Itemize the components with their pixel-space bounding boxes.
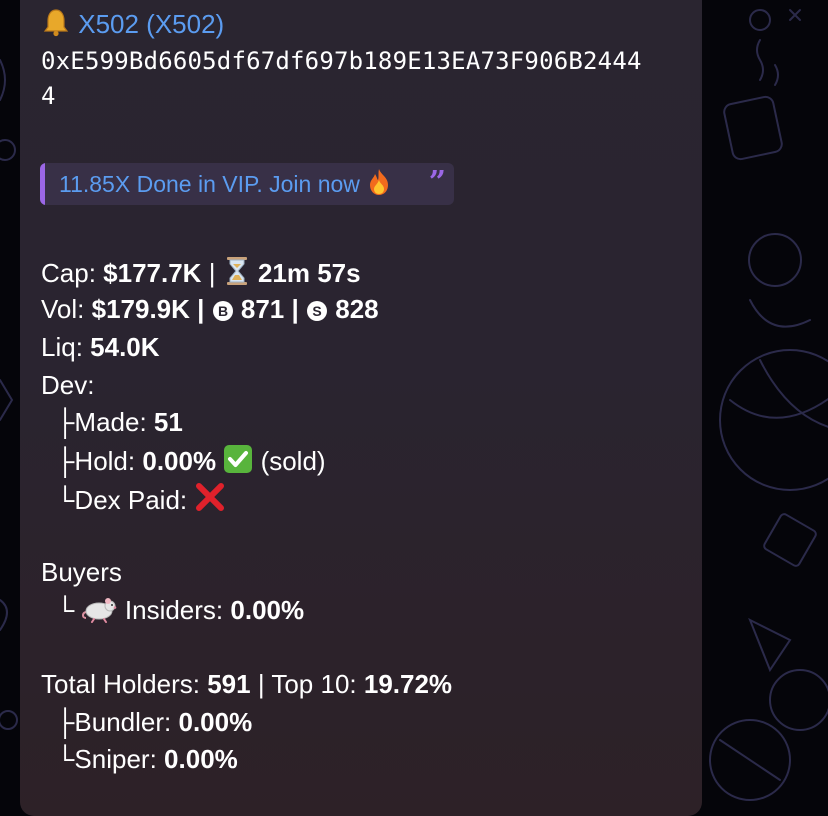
total-holders-value: 591 (207, 669, 251, 699)
dev-dex-line: └Dex Paid: (56, 481, 226, 520)
buyers-label: Buyers (41, 557, 122, 587)
sells-value: 828 (335, 294, 379, 324)
quote-icon: ” (428, 165, 446, 200)
vol-label: Vol: (41, 294, 85, 324)
bundler-label: ├Bundler: (56, 707, 172, 737)
bell-icon (41, 7, 71, 44)
insiders-label: Insiders: (124, 595, 224, 625)
dev-hold-label: ├Hold: (56, 446, 136, 476)
sells-s-icon: S (306, 297, 328, 329)
promo-text-wrap: 11.85X Done in VIP. Join now (59, 168, 392, 204)
holders-line: Total Holders: 591 | Top 10: 19.72% (41, 668, 452, 700)
top10-value: 19.72% (363, 669, 453, 699)
dev-label: Dev: (41, 370, 95, 400)
total-holders-label: Total Holders: (41, 669, 200, 699)
hourglass-icon (223, 256, 251, 293)
dev-made-line: ├Made: 51 (56, 406, 183, 438)
separator: | (208, 258, 216, 288)
insiders-line: └ Insiders: 0.00% (56, 593, 304, 630)
dev-hold-line: ├Hold: 0.00% (sold) (56, 444, 326, 481)
buys-b-icon: B (212, 297, 234, 329)
bundler-value: 0.00% (178, 707, 253, 737)
check-mark-icon (223, 444, 253, 481)
buys-value: 871 | (240, 294, 299, 324)
dev-made-label: ├Made: (56, 407, 147, 437)
promo-quote[interactable]: 11.85X Done in VIP. Join now ” (40, 163, 454, 205)
cap-line: Cap: $177.7K | 21m 57s (41, 256, 361, 293)
age-value: 21m 57s (257, 258, 361, 288)
dev-hold-status: (sold) (260, 446, 326, 476)
fire-icon (366, 168, 392, 204)
token-name-link[interactable]: X502 (X502) (78, 9, 224, 39)
sniper-line: └Sniper: 0.00% (56, 743, 238, 775)
vol-value: $179.9K | (91, 294, 205, 324)
svg-text:B: B (218, 303, 228, 319)
sniper-value: 0.00% (164, 744, 238, 774)
contract-address-wrap[interactable]: 4 (41, 80, 56, 112)
cap-label: Cap: (41, 258, 96, 288)
liq-label: Liq: (41, 332, 83, 362)
sniper-label: └Sniper: (56, 744, 157, 774)
dev-made-value: 51 (153, 407, 183, 437)
insiders-value: 0.00% (230, 595, 305, 625)
liq-value: 54.0K (90, 332, 160, 362)
liq-line: Liq: 54.0K (41, 331, 160, 363)
contract-address[interactable]: 0xE599Bd6605df67df697b189E13EA73F906B244… (41, 45, 642, 77)
bundler-line: ├Bundler: 0.00% (56, 706, 252, 738)
promo-link[interactable]: 11.85X Done in VIP. Join now (59, 171, 360, 197)
vol-line: Vol: $179.9K | B 871 | S 828 (41, 293, 379, 329)
token-header: X502 (X502) (41, 7, 224, 44)
cross-mark-icon (194, 481, 226, 520)
rat-icon (81, 593, 118, 630)
dev-dex-label: └Dex Paid: (56, 485, 188, 515)
insiders-tree: └ (56, 595, 75, 625)
svg-text:S: S (312, 303, 321, 319)
cap-value: $177.7K (103, 258, 202, 288)
quote-accent-bar (40, 163, 45, 205)
top10-label: | Top 10: (257, 669, 357, 699)
dev-hold-value: 0.00% (142, 446, 217, 476)
